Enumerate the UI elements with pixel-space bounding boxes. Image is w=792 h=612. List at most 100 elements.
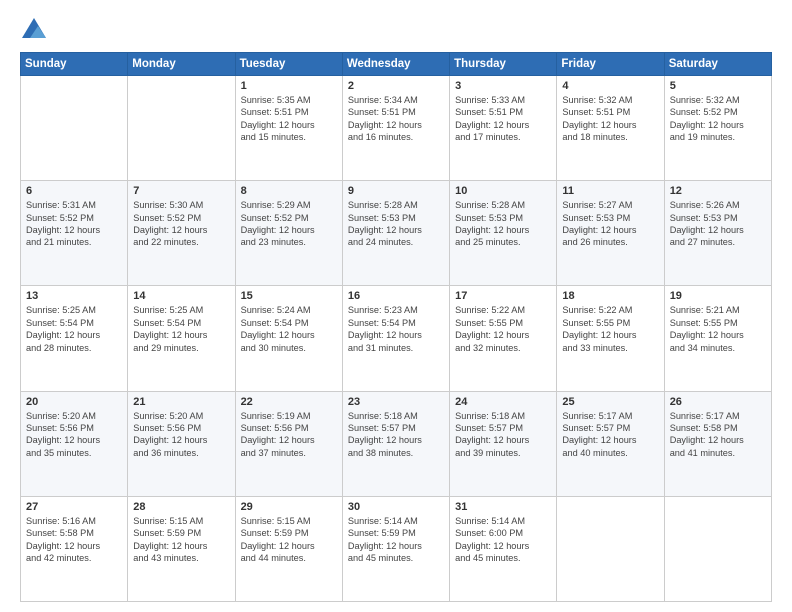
day-number: 28	[133, 501, 229, 513]
day-info: Sunrise: 5:15 AM Sunset: 5:59 PM Dayligh…	[241, 515, 337, 565]
day-info: Sunrise: 5:14 AM Sunset: 5:59 PM Dayligh…	[348, 515, 444, 565]
day-info: Sunrise: 5:22 AM Sunset: 5:55 PM Dayligh…	[562, 304, 658, 354]
calendar-header-tuesday: Tuesday	[235, 53, 342, 76]
day-info: Sunrise: 5:24 AM Sunset: 5:54 PM Dayligh…	[241, 304, 337, 354]
day-number: 11	[562, 185, 658, 197]
day-info: Sunrise: 5:14 AM Sunset: 6:00 PM Dayligh…	[455, 515, 551, 565]
day-number: 25	[562, 396, 658, 408]
calendar-cell	[21, 76, 128, 181]
calendar-cell: 26 Sunrise: 5:17 AM Sunset: 5:58 PM Dayli…	[664, 391, 771, 496]
calendar-cell: 8 Sunrise: 5:29 AM Sunset: 5:52 PM Daylig…	[235, 181, 342, 286]
calendar-cell: 21 Sunrise: 5:20 AM Sunset: 5:56 PM Dayli…	[128, 391, 235, 496]
calendar-cell: 20 Sunrise: 5:20 AM Sunset: 5:56 PM Dayli…	[21, 391, 128, 496]
calendar-header-saturday: Saturday	[664, 53, 771, 76]
day-number: 19	[670, 290, 766, 302]
calendar-cell: 15 Sunrise: 5:24 AM Sunset: 5:54 PM Dayli…	[235, 286, 342, 391]
calendar-cell: 1 Sunrise: 5:35 AM Sunset: 5:51 PM Daylig…	[235, 76, 342, 181]
calendar-cell: 16 Sunrise: 5:23 AM Sunset: 5:54 PM Dayli…	[342, 286, 449, 391]
calendar-cell: 14 Sunrise: 5:25 AM Sunset: 5:54 PM Dayli…	[128, 286, 235, 391]
day-info: Sunrise: 5:17 AM Sunset: 5:57 PM Dayligh…	[562, 410, 658, 460]
calendar-cell: 18 Sunrise: 5:22 AM Sunset: 5:55 PM Dayli…	[557, 286, 664, 391]
calendar-cell: 9 Sunrise: 5:28 AM Sunset: 5:53 PM Daylig…	[342, 181, 449, 286]
day-number: 30	[348, 501, 444, 513]
day-number: 4	[562, 80, 658, 92]
calendar-cell: 25 Sunrise: 5:17 AM Sunset: 5:57 PM Dayli…	[557, 391, 664, 496]
day-number: 31	[455, 501, 551, 513]
day-number: 20	[26, 396, 122, 408]
calendar-cell: 2Sunrise: 5:34 AM Sunset: 5:51 PM Daylig…	[342, 76, 449, 181]
day-number: 6	[26, 185, 122, 197]
day-info: Sunrise: 5:30 AM Sunset: 5:52 PM Dayligh…	[133, 199, 229, 249]
day-number: 1	[241, 80, 337, 92]
day-info: Sunrise: 5:20 AM Sunset: 5:56 PM Dayligh…	[26, 410, 122, 460]
calendar-cell: 10 Sunrise: 5:28 AM Sunset: 5:53 PM Dayli…	[450, 181, 557, 286]
day-info: Sunrise: 5:27 AM Sunset: 5:53 PM Dayligh…	[562, 199, 658, 249]
day-number: 17	[455, 290, 551, 302]
day-info: Sunrise: 5:21 AM Sunset: 5:55 PM Dayligh…	[670, 304, 766, 354]
day-info: Sunrise: 5:35 AM Sunset: 5:51 PM Dayligh…	[241, 94, 337, 144]
day-info: Sunrise: 5:19 AM Sunset: 5:56 PM Dayligh…	[241, 410, 337, 460]
day-number: 12	[670, 185, 766, 197]
day-info: Sunrise: 5:22 AM Sunset: 5:55 PM Dayligh…	[455, 304, 551, 354]
calendar-cell: 5 Sunrise: 5:32 AM Sunset: 5:52 PM Daylig…	[664, 76, 771, 181]
calendar-header-monday: Monday	[128, 53, 235, 76]
day-number: 10	[455, 185, 551, 197]
day-number: 29	[241, 501, 337, 513]
calendar-header-sunday: Sunday	[21, 53, 128, 76]
day-number: 22	[241, 396, 337, 408]
calendar-cell: 12 Sunrise: 5:26 AM Sunset: 5:53 PM Dayli…	[664, 181, 771, 286]
day-number: 16	[348, 290, 444, 302]
day-info: Sunrise: 5:18 AM Sunset: 5:57 PM Dayligh…	[455, 410, 551, 460]
day-info: Sunrise: 5:17 AM Sunset: 5:58 PM Dayligh…	[670, 410, 766, 460]
day-info: Sunrise: 5:16 AM Sunset: 5:58 PM Dayligh…	[26, 515, 122, 565]
calendar-cell: 13Sunrise: 5:25 AM Sunset: 5:54 PM Dayli…	[21, 286, 128, 391]
day-number: 15	[241, 290, 337, 302]
day-info: Sunrise: 5:20 AM Sunset: 5:56 PM Dayligh…	[133, 410, 229, 460]
calendar-cell: 29 Sunrise: 5:15 AM Sunset: 5:59 PM Dayli…	[235, 496, 342, 601]
day-number: 3	[455, 80, 551, 92]
day-info: Sunrise: 5:15 AM Sunset: 5:59 PM Dayligh…	[133, 515, 229, 565]
day-number: 13	[26, 290, 122, 302]
calendar-header-friday: Friday	[557, 53, 664, 76]
day-info: Sunrise: 5:26 AM Sunset: 5:53 PM Dayligh…	[670, 199, 766, 249]
logo	[20, 16, 52, 44]
day-info: Sunrise: 5:31 AM Sunset: 5:52 PM Dayligh…	[26, 199, 122, 249]
calendar-table: SundayMondayTuesdayWednesdayThursdayFrid…	[20, 52, 772, 602]
day-number: 14	[133, 290, 229, 302]
calendar-cell: 22 Sunrise: 5:19 AM Sunset: 5:56 PM Dayli…	[235, 391, 342, 496]
calendar-cell	[128, 76, 235, 181]
day-number: 9	[348, 185, 444, 197]
day-info: Sunrise: 5:28 AM Sunset: 5:53 PM Dayligh…	[455, 199, 551, 249]
logo-icon	[20, 16, 48, 44]
day-info: Sunrise: 5:25 AM Sunset: 5:54 PM Dayligh…	[133, 304, 229, 354]
calendar-cell: 28 Sunrise: 5:15 AM Sunset: 5:59 PM Dayli…	[128, 496, 235, 601]
day-number: 26	[670, 396, 766, 408]
day-info: Sunrise: 5:18 AM Sunset: 5:57 PM Dayligh…	[348, 410, 444, 460]
day-info: Sunrise: 5:32 AM Sunset: 5:52 PM Dayligh…	[670, 94, 766, 144]
calendar-cell: 27Sunrise: 5:16 AM Sunset: 5:58 PM Dayli…	[21, 496, 128, 601]
day-info: Sunrise: 5:23 AM Sunset: 5:54 PM Dayligh…	[348, 304, 444, 354]
day-number: 7	[133, 185, 229, 197]
day-info: Sunrise: 5:32 AM Sunset: 5:51 PM Dayligh…	[562, 94, 658, 144]
calendar-cell: 3Sunrise: 5:33 AM Sunset: 5:51 PM Daylig…	[450, 76, 557, 181]
calendar-header-wednesday: Wednesday	[342, 53, 449, 76]
calendar-cell: 23 Sunrise: 5:18 AM Sunset: 5:57 PM Dayli…	[342, 391, 449, 496]
calendar-cell: 30 Sunrise: 5:14 AM Sunset: 5:59 PM Dayli…	[342, 496, 449, 601]
calendar-cell: 31 Sunrise: 5:14 AM Sunset: 6:00 PM Dayli…	[450, 496, 557, 601]
calendar-cell	[557, 496, 664, 601]
day-number: 5	[670, 80, 766, 92]
day-info: Sunrise: 5:28 AM Sunset: 5:53 PM Dayligh…	[348, 199, 444, 249]
calendar-cell: 24 Sunrise: 5:18 AM Sunset: 5:57 PM Dayli…	[450, 391, 557, 496]
day-number: 24	[455, 396, 551, 408]
page: SundayMondayTuesdayWednesdayThursdayFrid…	[0, 0, 792, 612]
calendar-cell: 19 Sunrise: 5:21 AM Sunset: 5:55 PM Dayli…	[664, 286, 771, 391]
day-info: Sunrise: 5:29 AM Sunset: 5:52 PM Dayligh…	[241, 199, 337, 249]
calendar-cell: 17 Sunrise: 5:22 AM Sunset: 5:55 PM Dayli…	[450, 286, 557, 391]
day-number: 21	[133, 396, 229, 408]
day-number: 23	[348, 396, 444, 408]
day-number: 8	[241, 185, 337, 197]
day-number: 18	[562, 290, 658, 302]
calendar-cell: 4 Sunrise: 5:32 AM Sunset: 5:51 PM Daylig…	[557, 76, 664, 181]
header	[20, 16, 772, 44]
calendar-cell: 7 Sunrise: 5:30 AM Sunset: 5:52 PM Daylig…	[128, 181, 235, 286]
